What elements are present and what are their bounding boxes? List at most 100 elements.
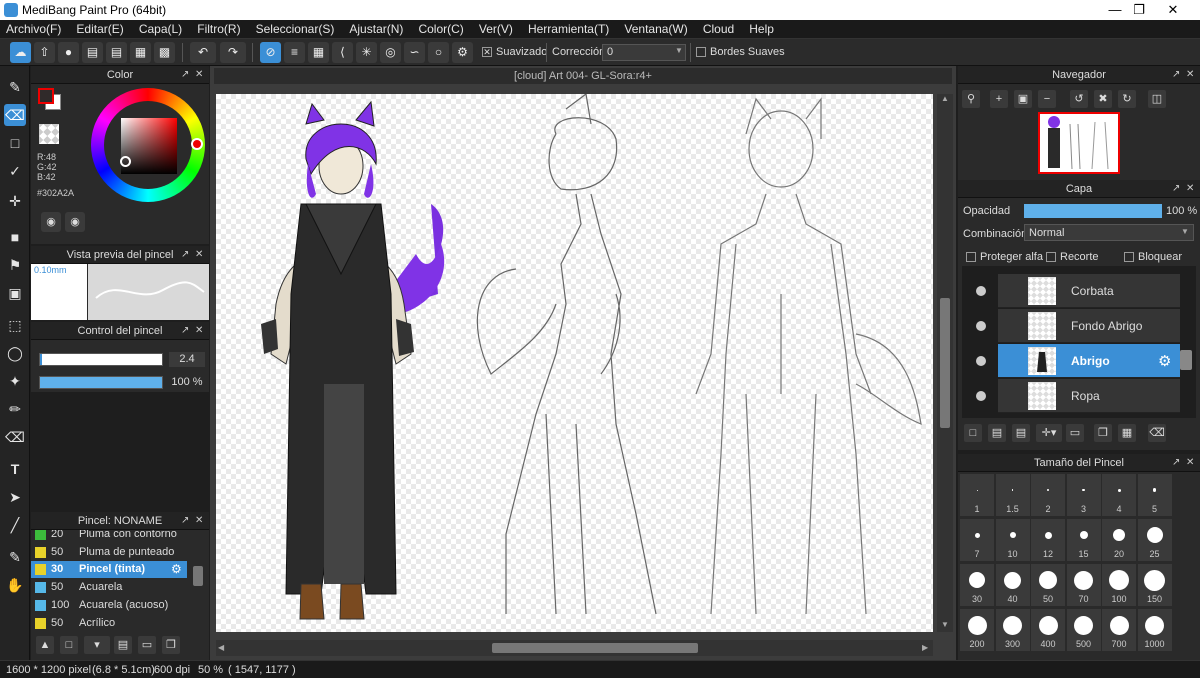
- transparent-color-swatch[interactable]: [39, 124, 59, 144]
- lasso-tool-icon[interactable]: ◯: [4, 342, 26, 364]
- undo-icon[interactable]: ↶: [190, 42, 216, 63]
- palette-icon[interactable]: ◉: [41, 212, 61, 232]
- menu-editar[interactable]: Editar(E): [70, 20, 129, 39]
- menu-ver[interactable]: Ver(V): [473, 20, 519, 39]
- close-panel-icon[interactable]: ✕: [195, 322, 203, 340]
- detach-icon[interactable]: ↗: [181, 246, 189, 264]
- shape-tool-icon[interactable]: ■: [4, 226, 26, 248]
- list-item[interactable]: 50 Acuarela: [31, 579, 187, 596]
- folder-icon[interactable]: ▭: [138, 636, 156, 654]
- redo-icon[interactable]: ↷: [220, 42, 246, 63]
- flip-icon[interactable]: ◫: [1148, 90, 1166, 108]
- gradient-tool-icon[interactable]: ▣: [4, 282, 26, 304]
- eyedropper-icon[interactable]: ✎: [4, 546, 26, 568]
- bucket-tool-icon[interactable]: ⚑: [4, 254, 26, 276]
- speech-bubble-icon[interactable]: ●: [58, 42, 79, 63]
- brush-opacity-slider[interactable]: [39, 376, 163, 389]
- visibility-icon[interactable]: [976, 391, 986, 401]
- list-item[interactable]: 50 Acrílico: [31, 615, 187, 632]
- navigator-thumbnail[interactable]: [1038, 112, 1120, 174]
- brush-size-option[interactable]: 40: [995, 564, 1030, 606]
- protect-alpha-toggle[interactable]: Proteger alfa: [966, 251, 1043, 263]
- magic-wand-icon[interactable]: ✦: [4, 370, 26, 392]
- layer-opacity-slider[interactable]: [1024, 204, 1162, 218]
- new-halftone-layer-icon[interactable]: ▤: [988, 424, 1006, 442]
- eraser-tool-icon[interactable]: ⌫: [4, 104, 26, 126]
- brush-size-option[interactable]: 2: [1031, 474, 1065, 516]
- scroll-left-icon[interactable]: ◀: [218, 643, 224, 652]
- menu-filtro[interactable]: Filtro(R): [191, 20, 246, 39]
- brush-size-option[interactable]: 1: [960, 474, 994, 516]
- move-tool-icon[interactable]: ✛: [4, 190, 26, 212]
- correction-select[interactable]: 0 ▼: [602, 44, 686, 61]
- close-panel-icon[interactable]: ✕: [195, 512, 203, 530]
- menu-ventana[interactable]: Ventana(W): [618, 20, 693, 39]
- curve-snap-icon[interactable]: ∽: [404, 42, 425, 63]
- drawing-canvas[interactable]: [216, 94, 933, 632]
- brush-size-option[interactable]: 500: [1066, 609, 1101, 651]
- layer-item-abrigo[interactable]: Abrigo ⚙: [976, 344, 1180, 378]
- brush-size-option[interactable]: 15: [1066, 519, 1101, 561]
- menu-archivo[interactable]: Archivo(F): [0, 20, 67, 39]
- rotate-reset-icon[interactable]: ✖: [1094, 90, 1112, 108]
- brush-size-slider[interactable]: [39, 353, 163, 366]
- close-panel-icon[interactable]: ✕: [195, 246, 203, 264]
- delete-layer-icon[interactable]: ⌫: [1148, 424, 1166, 442]
- zoom-in-icon[interactable]: +: [990, 90, 1008, 108]
- menu-cloud[interactable]: Cloud: [697, 20, 740, 39]
- gear-icon[interactable]: ⚙: [1158, 352, 1171, 370]
- menu-seleccionar[interactable]: Seleccionar(S): [250, 20, 341, 39]
- new-brush-icon[interactable]: □: [60, 636, 78, 654]
- comment-icon[interactable]: ▤: [82, 42, 103, 63]
- brush-size-option[interactable]: 4: [1102, 474, 1136, 516]
- detach-icon[interactable]: ↗: [1172, 180, 1180, 198]
- menu-herramienta[interactable]: Herramienta(T): [522, 20, 615, 39]
- cloud-icon[interactable]: ☁: [10, 42, 31, 63]
- brush-size-option[interactable]: 3: [1066, 474, 1101, 516]
- brush-menu-icon[interactable]: ▾: [84, 636, 110, 654]
- rotate-left-icon[interactable]: ↺: [1070, 90, 1088, 108]
- hue-handle[interactable]: [191, 138, 203, 150]
- list-item[interactable]: 30 Pincel (tinta) ⚙: [31, 561, 187, 578]
- page-icon[interactable]: ▤: [106, 42, 127, 63]
- layer-list-scroll-thumb[interactable]: [1180, 350, 1192, 370]
- radial-snap-icon[interactable]: ✳: [356, 42, 377, 63]
- menu-ajustar[interactable]: Ajustar(N): [343, 20, 409, 39]
- duplicate-layer-icon[interactable]: ❐: [1094, 424, 1112, 442]
- brush-size-option[interactable]: 400: [1031, 609, 1065, 651]
- canvas-vertical-scrollbar[interactable]: ▲ ▼: [937, 94, 953, 632]
- fit-icon[interactable]: ▣: [1014, 90, 1032, 108]
- duplicate-icon[interactable]: ❐: [162, 636, 180, 654]
- brush-size-option[interactable]: 150: [1137, 564, 1172, 606]
- share-icon[interactable]: ⇧: [34, 42, 55, 63]
- brush-size-option[interactable]: 10: [995, 519, 1030, 561]
- layer-item-corbata[interactable]: Corbata: [976, 274, 1180, 308]
- select-tool-icon[interactable]: ⬚: [4, 314, 26, 336]
- close-panel-icon[interactable]: ✕: [1186, 66, 1194, 84]
- saturation-square[interactable]: [121, 118, 177, 174]
- brush-size-option[interactable]: 70: [1066, 564, 1101, 606]
- scroll-down-icon[interactable]: ▼: [941, 620, 949, 629]
- text-tool-icon[interactable]: T: [4, 458, 26, 480]
- panels-icon[interactable]: ▦: [130, 42, 151, 63]
- close-panel-icon[interactable]: ✕: [195, 66, 203, 84]
- close-window-icon[interactable]: ✕: [1150, 0, 1196, 20]
- layer-item-fondo-abrigo[interactable]: Fondo Abrigo: [976, 309, 1180, 343]
- soft-edges-toggle[interactable]: Bordes Suaves: [696, 46, 785, 58]
- smoothing-toggle[interactable]: ✕ Suavizado: [482, 46, 547, 58]
- brush-size-option[interactable]: 100: [1102, 564, 1136, 606]
- grid-snap-icon[interactable]: ▦: [308, 42, 329, 63]
- select-pen-icon[interactable]: ✏: [4, 398, 26, 420]
- new-folder-icon[interactable]: ▭: [1066, 424, 1084, 442]
- detach-icon[interactable]: ↗: [1172, 454, 1180, 472]
- clipping-toggle[interactable]: Recorte: [1046, 251, 1099, 263]
- snap-settings-icon[interactable]: ⚙: [452, 42, 473, 63]
- lock-toggle[interactable]: Bloquear: [1124, 251, 1182, 263]
- document-tab[interactable]: [cloud] Art 004- GL-Sora:r4+: [214, 68, 952, 84]
- brush-size-option[interactable]: 1000: [1137, 609, 1172, 651]
- divide-tool-icon[interactable]: ╱: [4, 514, 26, 536]
- menu-color[interactable]: Color(C): [412, 20, 469, 39]
- menu-capa[interactable]: Capa(L): [133, 20, 188, 39]
- merge-layer-icon[interactable]: ▦: [1118, 424, 1136, 442]
- new-8bit-layer-icon[interactable]: ▤: [1012, 424, 1030, 442]
